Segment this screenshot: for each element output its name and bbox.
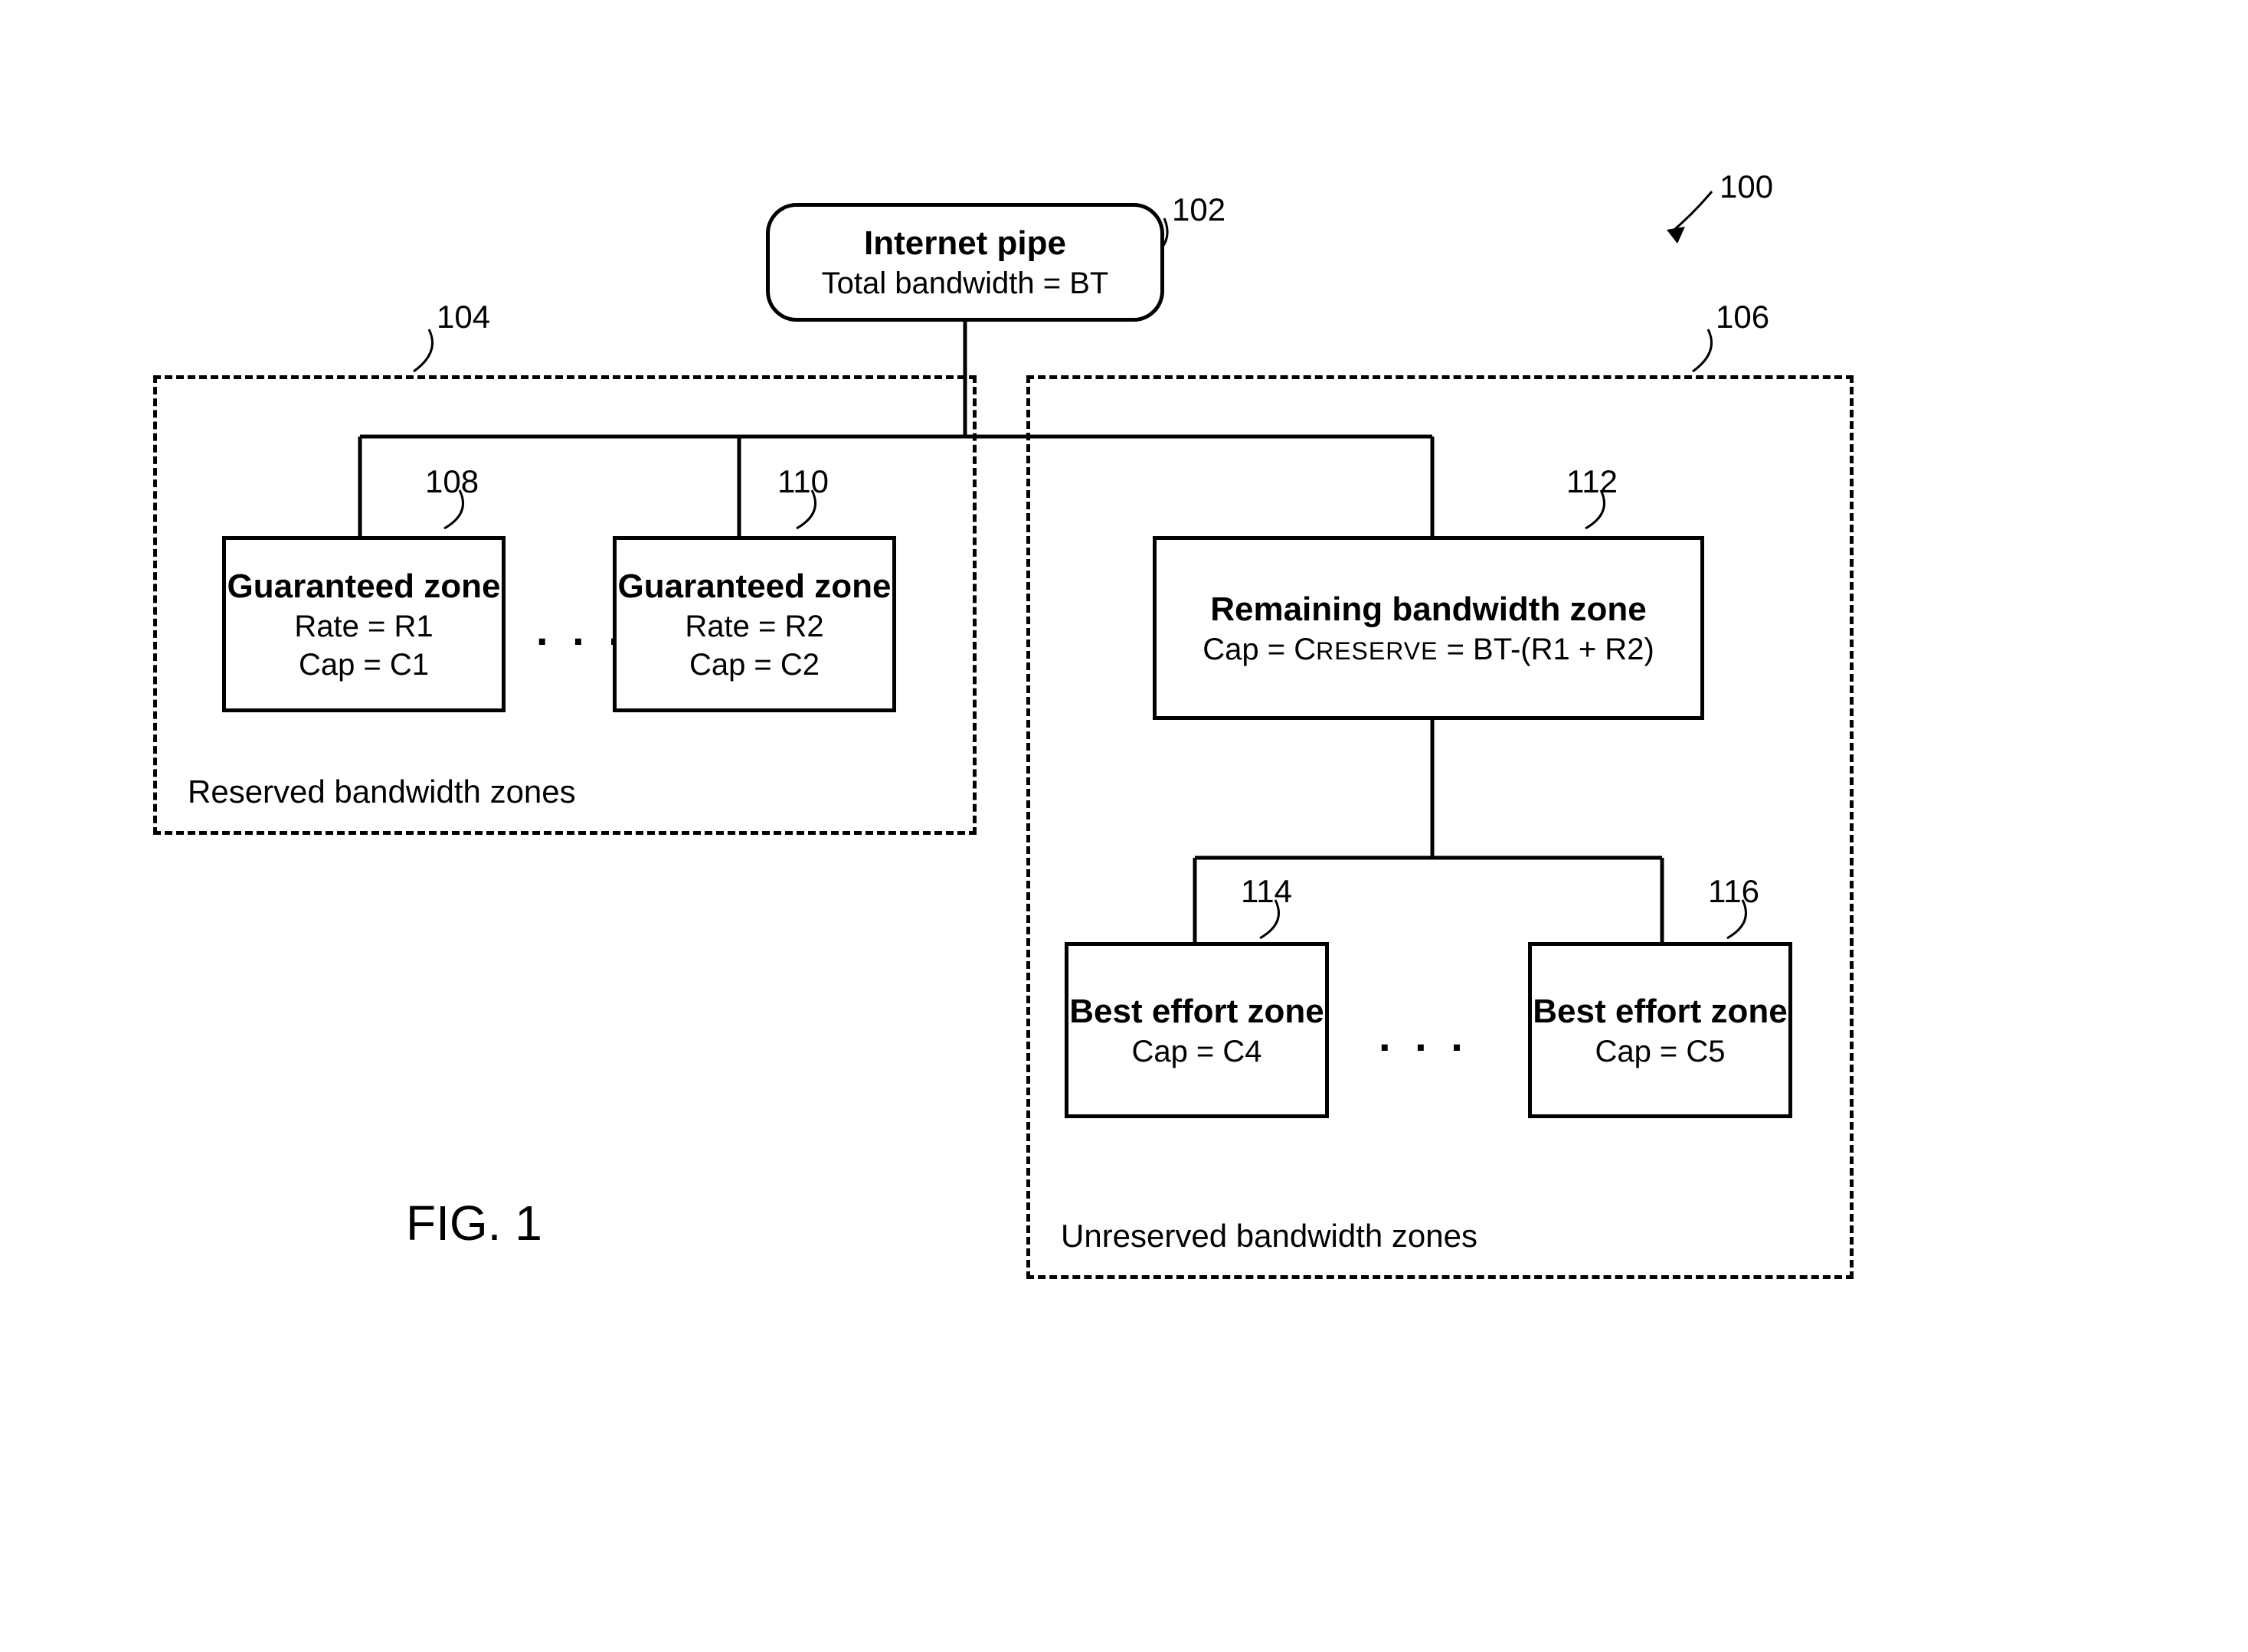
gz1-title: Guaranteed zone [227,565,501,607]
unreserved-ellipsis: . . . [1379,1011,1469,1061]
gz2-line1: Rate = R2 [685,607,823,646]
be2-line1: Cap = C5 [1595,1032,1725,1071]
remaining-formula-suffix: = BT-(R1 + R2) [1438,633,1654,666]
remaining-bandwidth-zone-box: Remaining bandwidth zone Cap = CRESERVE … [1153,536,1704,720]
ref-108: 108 [425,463,479,500]
ref-100: 100 [1720,168,1773,205]
figure-label: FIG. 1 [406,1195,542,1251]
root-title: Internet pipe [864,222,1066,264]
ref-114: 114 [1241,873,1292,910]
remaining-formula: Cap = CRESERVE = BT-(R1 + R2) [1203,630,1654,669]
ref-106: 106 [1716,299,1769,335]
best-effort-zone-1-box: Best effort zone Cap = C4 [1065,942,1329,1118]
diagram-canvas: Internet pipe Total bandwidth = BT 102 1… [0,0,2248,1652]
reserved-group-caption: Reserved bandwidth zones [188,774,576,810]
be1-line1: Cap = C4 [1131,1032,1261,1071]
ref-116: 116 [1708,873,1759,910]
be2-title: Best effort zone [1533,990,1787,1032]
gz1-line2: Cap = C1 [299,646,429,684]
ref-110: 110 [777,463,829,500]
ref-104: 104 [437,299,490,335]
gz2-line2: Cap = C2 [689,646,820,684]
ref-112: 112 [1566,463,1618,500]
unreserved-group-caption: Unreserved bandwidth zones [1061,1218,1477,1255]
remaining-formula-prefix: Cap = C [1203,633,1316,666]
root-internet-pipe-box: Internet pipe Total bandwidth = BT [766,203,1164,322]
ref-102: 102 [1172,191,1225,228]
remaining-formula-smallcaps: RESERVE [1316,637,1438,665]
root-subtitle: Total bandwidth = BT [822,264,1109,303]
unreserved-group-frame [1026,375,1854,1279]
remaining-title: Remaining bandwidth zone [1210,588,1647,630]
gz1-line1: Rate = R1 [294,607,433,646]
be1-title: Best effort zone [1069,990,1324,1032]
guaranteed-zone-2-box: Guaranteed zone Rate = R2 Cap = C2 [613,536,896,712]
best-effort-zone-2-box: Best effort zone Cap = C5 [1528,942,1792,1118]
guaranteed-zone-1-box: Guaranteed zone Rate = R1 Cap = C1 [222,536,506,712]
gz2-title: Guaranteed zone [618,565,892,607]
